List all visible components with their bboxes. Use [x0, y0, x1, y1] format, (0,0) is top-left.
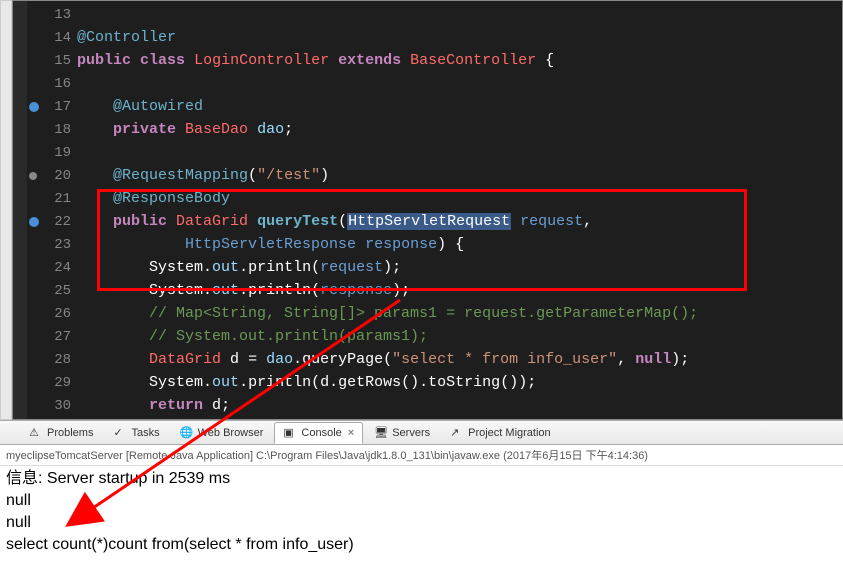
- console-icon: ▣: [283, 426, 297, 440]
- code-editor[interactable]: 13 14 15 16 17 18 19 20 21 22 23 24 25 2…: [12, 0, 843, 420]
- code-line: DataGrid d = dao.queryPage("select * fro…: [77, 348, 842, 371]
- line-number: 30: [27, 394, 77, 417]
- line-number: 23: [27, 233, 77, 256]
- code-line: [77, 3, 842, 26]
- code-line: return d;: [77, 394, 842, 417]
- line-number: 27: [27, 325, 77, 348]
- code-line: @Autowired: [77, 95, 842, 118]
- left-ruler-strip: [0, 0, 12, 420]
- override-marker-icon: [29, 217, 39, 227]
- code-line: @RequestMapping("/test"): [77, 164, 842, 187]
- code-content[interactable]: @Controller public class LoginController…: [77, 1, 842, 419]
- code-line: HttpServletResponse response) {: [77, 233, 842, 256]
- console-line: 信息: Server startup in 2539 ms: [6, 468, 837, 490]
- code-line: [77, 141, 842, 164]
- tab-console[interactable]: ▣Console×: [274, 422, 363, 444]
- servers-icon: 🖥: [374, 426, 388, 440]
- folding-ruler: [13, 1, 27, 419]
- code-line: // Map<String, String[]> params1 = reque…: [77, 302, 842, 325]
- line-number: 21: [27, 187, 77, 210]
- tab-project-migration[interactable]: ↗Project Migration: [441, 422, 560, 444]
- console-process-header: myeclipseTomcatServer [Remote Java Appli…: [0, 445, 843, 466]
- code-line: System.out.println(request);: [77, 256, 842, 279]
- console-line: select count(*)count from(select * from …: [6, 534, 837, 556]
- console-line: null: [6, 512, 837, 534]
- line-number: 17: [27, 95, 77, 118]
- line-number: 18: [27, 118, 77, 141]
- line-number: 24: [27, 256, 77, 279]
- code-line: // System.out.println(params1);: [77, 325, 842, 348]
- globe-icon: 🌐: [180, 426, 194, 440]
- line-number: 25: [27, 279, 77, 302]
- line-number: 28: [27, 348, 77, 371]
- line-number: 26: [27, 302, 77, 325]
- console-line: null: [6, 490, 837, 512]
- line-number: 13: [27, 3, 77, 26]
- line-number: 15: [27, 49, 77, 72]
- code-line: System.out.println(response);: [77, 279, 842, 302]
- problems-icon: ⚠: [29, 426, 43, 440]
- views-tab-bar: ⚠Problems ✓Tasks 🌐Web Browser ▣Console× …: [0, 421, 843, 445]
- line-number: 29: [27, 371, 77, 394]
- line-number-gutter: 13 14 15 16 17 18 19 20 21 22 23 24 25 2…: [27, 1, 77, 419]
- code-line: System.out.println(d.getRows().toString(…: [77, 371, 842, 394]
- tab-problems[interactable]: ⚠Problems: [20, 422, 102, 444]
- code-line: public DataGrid queryTest(HttpServletReq…: [77, 210, 842, 233]
- code-line: private BaseDao dao;: [77, 118, 842, 141]
- line-number: 19: [27, 141, 77, 164]
- close-icon[interactable]: ×: [348, 427, 354, 439]
- tasks-icon: ✓: [113, 426, 127, 440]
- code-line: @Controller: [77, 26, 842, 49]
- fold-marker-icon: [29, 172, 37, 180]
- code-line: [77, 72, 842, 95]
- line-number: 22: [27, 210, 77, 233]
- line-number: 16: [27, 72, 77, 95]
- code-line: public class LoginController extends Bas…: [77, 49, 842, 72]
- line-number: 14: [27, 26, 77, 49]
- code-line: @ResponseBody: [77, 187, 842, 210]
- console-output[interactable]: 信息: Server startup in 2539 ms null null …: [0, 466, 843, 558]
- override-marker-icon: [29, 102, 39, 112]
- tab-servers[interactable]: 🖥Servers: [365, 422, 439, 444]
- line-number: 20: [27, 164, 77, 187]
- tab-tasks[interactable]: ✓Tasks: [104, 422, 168, 444]
- migration-icon: ↗: [450, 426, 464, 440]
- bottom-panel: ⚠Problems ✓Tasks 🌐Web Browser ▣Console× …: [0, 420, 843, 578]
- tab-web-browser[interactable]: 🌐Web Browser: [171, 422, 273, 444]
